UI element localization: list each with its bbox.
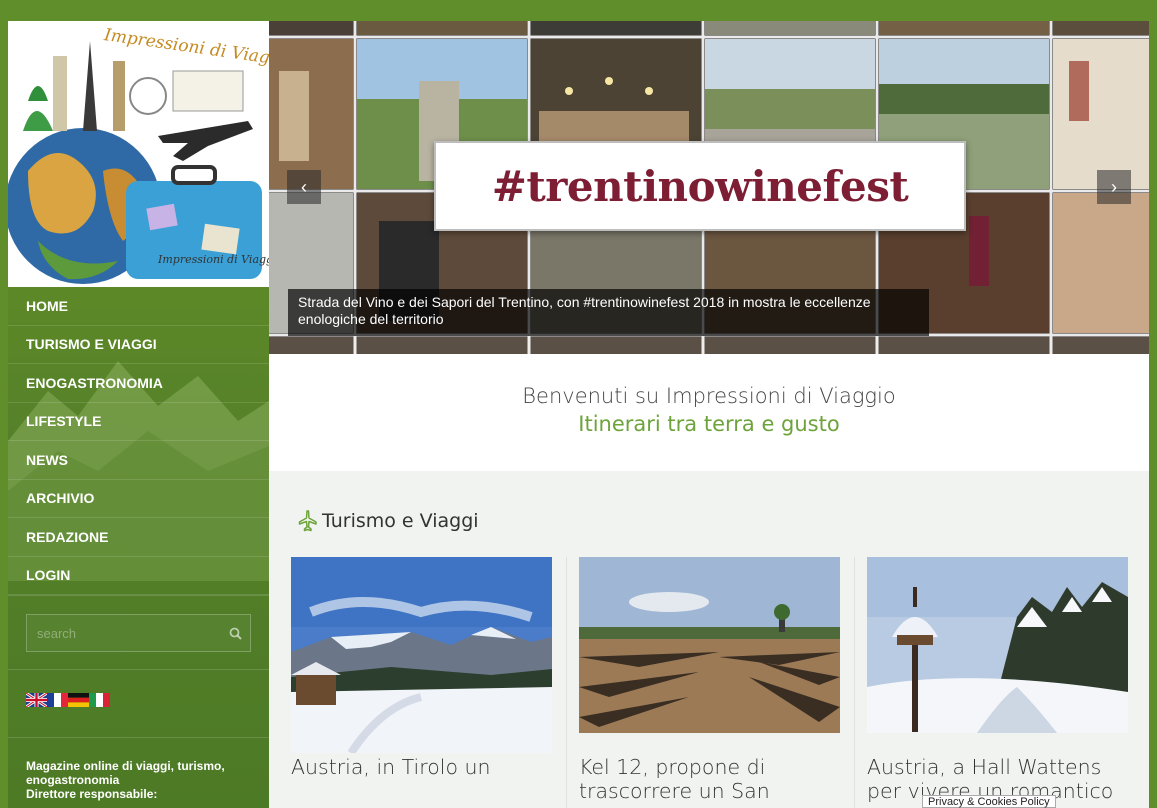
description-line: Magazine online di viaggi, turismo, [26,759,225,773]
chevron-right-icon: › [1111,176,1117,197]
welcome-title: Benvenuti su Impressioni di Viaggio [522,384,896,408]
welcome-section: Benvenuti su Impressioni di Viaggio Itin… [269,354,1149,471]
divider [8,737,269,738]
article-card[interactable]: Austria, a Hall Wattens per vivere un ro… [867,557,1128,808]
slider-next-button[interactable]: › [1097,170,1131,204]
french-flag-icon[interactable] [47,693,68,707]
nav-item-archivio[interactable]: ARCHIVIO [8,480,269,518]
slide-caption[interactable]: Strada del Vino e dei Sapori del Trentin… [288,289,929,336]
site-logo[interactable]: Impressioni di Viaggio Impressioni di Vi… [8,21,269,287]
article-title[interactable]: Kel 12, propone di trascorrere un San [579,755,840,803]
article-image[interactable] [291,557,552,753]
search-input[interactable] [27,625,220,641]
divider [8,669,269,670]
chevron-left-icon: ‹ [301,176,307,197]
svg-text:Impressioni di Viaggio: Impressioni di Viaggio [157,253,269,266]
card-divider [854,557,855,808]
hero-banner-text: #trentinowinefest [491,161,909,211]
nav-item-label: REDAZIONE [26,528,109,545]
article-image[interactable] [579,557,840,753]
search-box [26,614,251,652]
airplane-icon [298,510,317,532]
sidebar: Impressioni di Viaggio Impressioni di Vi… [8,21,269,808]
german-flag-icon[interactable] [68,693,89,707]
article-image[interactable] [867,557,1128,753]
nav-item-label: ARCHIVIO [26,490,95,507]
main-content: #trentinowinefest ‹ › Strada del Vino e … [269,21,1149,808]
nav-item-home[interactable]: HOME [8,287,269,326]
welcome-subtitle: Itinerari tra terra e gusto [578,412,840,436]
search-icon[interactable] [220,614,250,652]
nav-item-label: LOGIN [26,567,71,584]
slider-prev-button[interactable]: ‹ [287,170,321,204]
section-title-text: Turismo e Viaggi [322,510,479,532]
nav-item-turismo[interactable]: TURISMO E VIAGGI [8,326,269,364]
description-line: enogastronomia [26,773,120,787]
nav-item-label: LIFESTYLE [26,413,102,430]
nav-item-label: NEWS [26,451,68,468]
italian-flag-icon[interactable] [89,693,110,707]
page-frame: Impressioni di Viaggio Impressioni di Vi… [8,21,1149,808]
turismo-section: Turismo e Viaggi Austria, in Tirolo un K… [269,471,1149,808]
nav-item-lifestyle[interactable]: LIFESTYLE [8,403,269,441]
nav-item-label: HOME [26,297,68,314]
section-title[interactable]: Turismo e Viaggi [295,509,479,533]
divider [8,595,269,596]
nav-item-login[interactable]: LOGIN [8,557,269,595]
site-description: Magazine online di viaggi, turismo, enog… [26,759,256,801]
nav-item-redazione[interactable]: REDAZIONE [8,518,269,557]
english-flag-icon[interactable] [26,693,47,707]
nav-item-news[interactable]: NEWS [8,441,269,480]
hero-banner: #trentinowinefest [434,141,966,231]
card-divider [566,557,567,808]
slide-caption-text: Strada del Vino e dei Sapori del Trentin… [298,294,871,327]
nav-item-label: ENOGASTRONOMIA [26,374,163,391]
main-nav: HOME TURISMO E VIAGGI ENOGASTRONOMIA LIF… [8,287,269,595]
nav-item-label: TURISMO E VIAGGI [26,336,157,353]
privacy-policy-button[interactable]: Privacy & Cookies Policy [922,795,1056,808]
nav-item-enogastronomia[interactable]: ENOGASTRONOMIA [8,364,269,403]
language-flags [26,693,110,707]
description-line: Direttore responsabile: [26,787,158,801]
article-card[interactable]: Austria, in Tirolo un [291,557,552,808]
article-card[interactable]: Kel 12, propone di trascorrere un San [579,557,840,808]
hero-slider[interactable]: #trentinowinefest ‹ › Strada del Vino e … [269,21,1149,354]
article-title[interactable]: Austria, in Tirolo un [291,755,552,779]
